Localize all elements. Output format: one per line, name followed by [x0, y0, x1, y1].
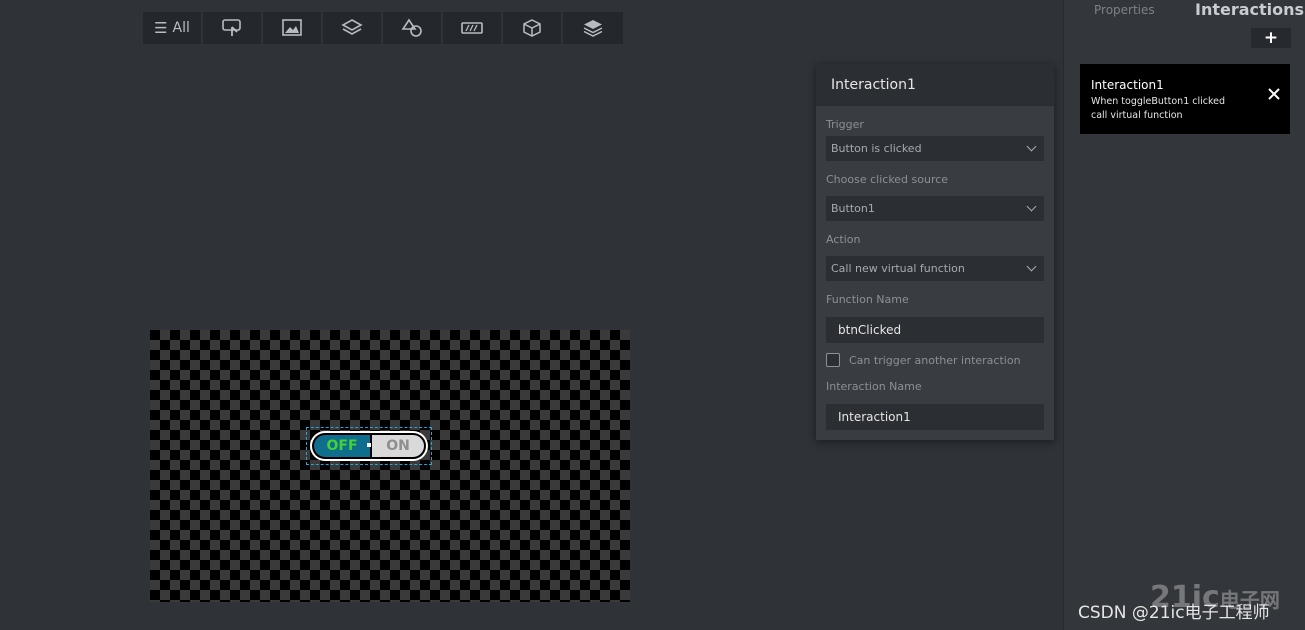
interaction-icon	[222, 19, 241, 36]
close-icon[interactable]	[1268, 88, 1280, 100]
app-root: ☰ All OFF ON Interaction1 Trigger Button…	[0, 0, 1305, 630]
filter-shapes-button[interactable]	[383, 12, 443, 44]
action-select[interactable]: Call new virtual function	[826, 256, 1044, 281]
progress-icon	[461, 22, 483, 34]
toggle-off-label: OFF	[312, 433, 370, 459]
filter-3d-button[interactable]	[503, 12, 563, 44]
shapes-icon	[401, 18, 422, 37]
stack-icon	[583, 20, 603, 37]
function-name-label: Function Name	[826, 293, 909, 306]
action-value: Call new virtual function	[831, 262, 965, 275]
filter-image-button[interactable]	[263, 12, 323, 44]
interaction-card-line2: call virtual function	[1091, 110, 1183, 121]
filter-all-button[interactable]: ☰ All	[143, 12, 203, 44]
filter-all-label: All	[172, 20, 190, 36]
toggle-button-selection[interactable]: OFF ON	[306, 427, 432, 465]
action-label: Action	[826, 233, 861, 246]
clicked-source-label: Choose clicked source	[826, 173, 949, 186]
clicked-source-value: Button1	[831, 202, 875, 215]
interaction-card-title: Interaction1	[1091, 78, 1164, 92]
add-interaction-button[interactable]: +	[1251, 28, 1291, 48]
function-name-input[interactable]: btnClicked	[826, 317, 1044, 343]
chevron-down-icon	[1026, 201, 1037, 212]
image-icon	[282, 19, 302, 36]
trigger-another-checkbox[interactable]	[826, 353, 840, 367]
filter-container-button[interactable]	[323, 12, 383, 44]
interaction-card-description: When toggleButton1 clicked call virtual …	[1091, 95, 1251, 123]
right-panel: Properties Interactions + Interaction1 W…	[1063, 0, 1305, 630]
trigger-select[interactable]: Button is clicked	[826, 136, 1044, 161]
trigger-another-row[interactable]: Can trigger another interaction	[826, 353, 1021, 367]
filter-interaction-button[interactable]	[203, 12, 263, 44]
tab-properties[interactable]: Properties	[1094, 3, 1155, 17]
interaction-name-label: Interaction Name	[826, 380, 922, 393]
widget-toolbar: ☰ All	[143, 12, 623, 44]
selection-handle[interactable]	[367, 443, 371, 447]
interaction-editor-title: Interaction1	[816, 64, 1054, 106]
clicked-source-select[interactable]: Button1	[826, 196, 1044, 221]
toggle-on-label: ON	[370, 433, 426, 459]
chevron-down-icon	[1026, 141, 1037, 152]
design-canvas[interactable]: OFF ON	[150, 330, 630, 602]
interaction-name-input[interactable]: Interaction1	[826, 404, 1044, 430]
filter-stack-button[interactable]	[563, 12, 623, 44]
menu-icon: ☰	[154, 19, 168, 37]
trigger-label: Trigger	[826, 118, 864, 131]
chevron-down-icon	[1026, 261, 1037, 272]
watermark-text: CSDN @21ic电子工程师	[1078, 603, 1270, 623]
trigger-value: Button is clicked	[831, 142, 922, 155]
interaction-card[interactable]: Interaction1 When toggleButton1 clicked …	[1080, 64, 1290, 134]
interaction-card-line1: When toggleButton1 clicked	[1091, 96, 1226, 107]
trigger-another-label: Can trigger another interaction	[849, 353, 1021, 367]
tab-interactions[interactable]: Interactions	[1195, 0, 1304, 19]
cube-icon	[523, 19, 541, 37]
interaction-editor: Interaction1 Trigger Button is clicked C…	[816, 64, 1054, 440]
layers-icon	[341, 19, 363, 35]
filter-progress-button[interactable]	[443, 12, 503, 44]
